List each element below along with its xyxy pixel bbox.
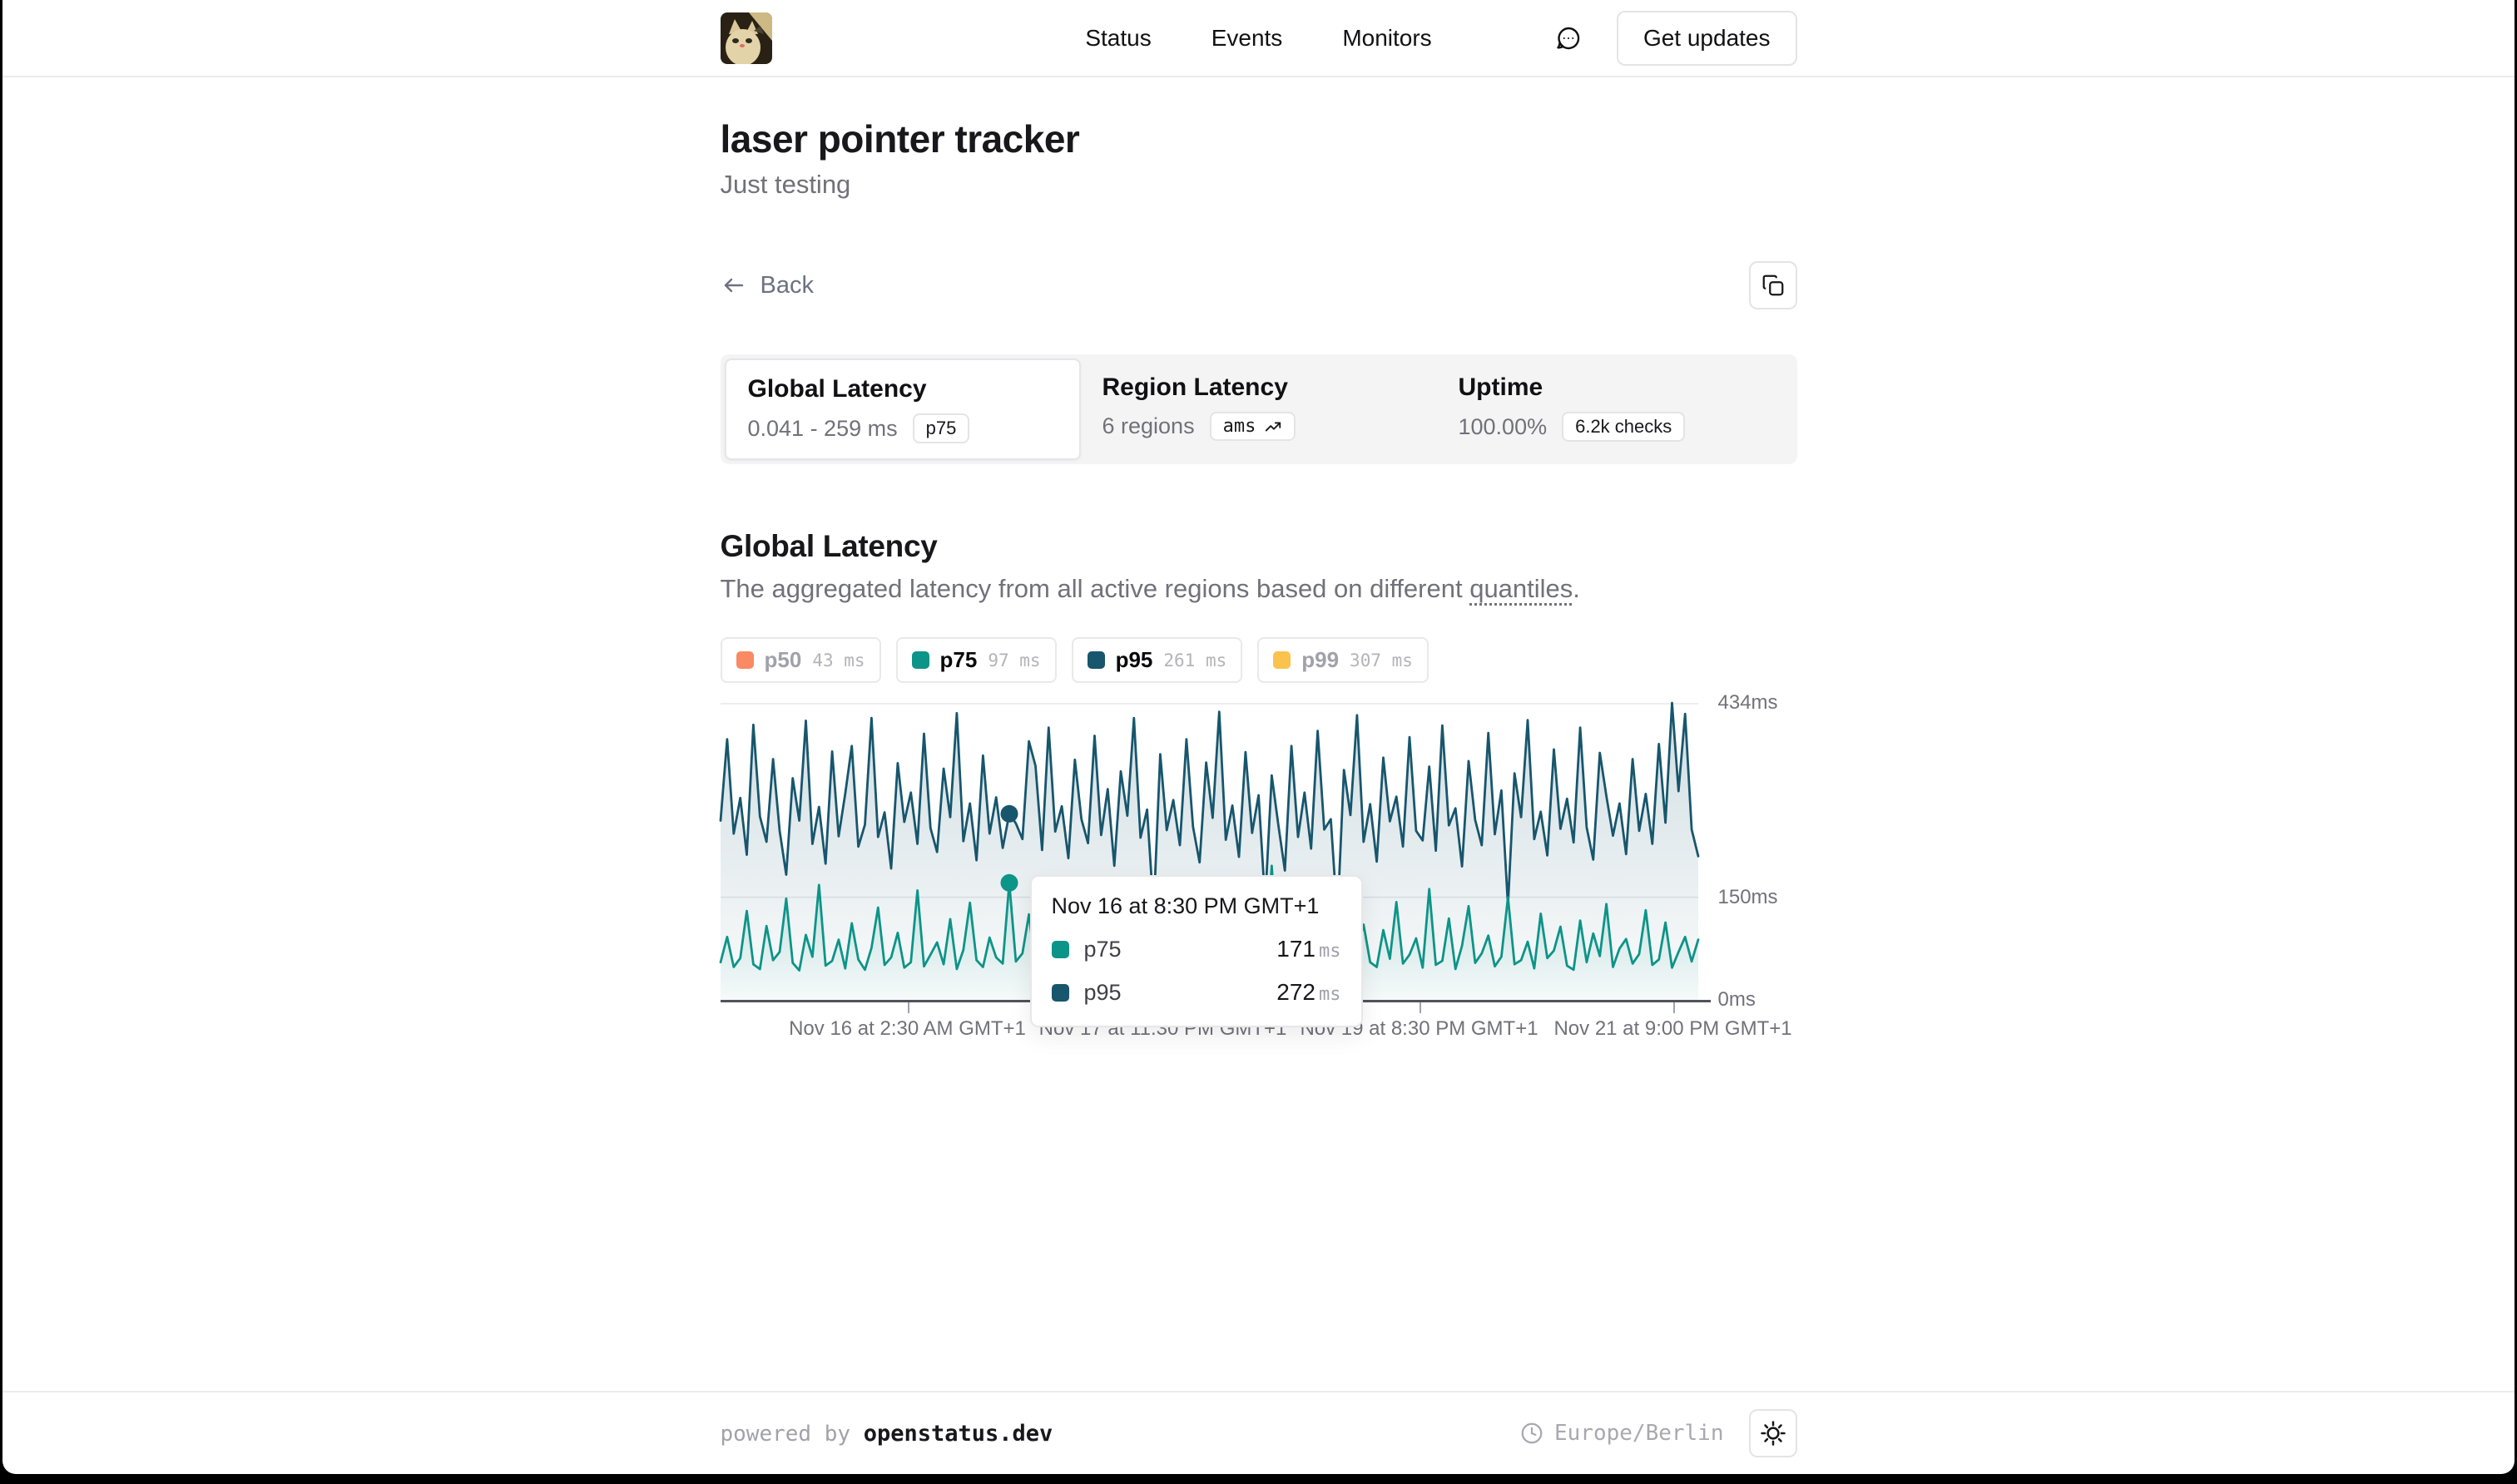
- section-title: Global Latency: [721, 529, 1797, 564]
- y-axis-label: 434ms: [1718, 691, 1778, 715]
- sun-icon: [1759, 1419, 1787, 1447]
- tab-title: Uptime: [1459, 373, 1771, 402]
- nav-events[interactable]: Events: [1211, 25, 1283, 52]
- arrow-left-icon: [721, 272, 747, 299]
- x-axis-tick-mark: [1420, 1002, 1421, 1013]
- tooltip-unit: ms: [1319, 941, 1341, 962]
- powered-by-label: powered by: [721, 1422, 864, 1447]
- chart-tooltip: Nov 16 at 8:30 PM GMT+1 p75 171ms p95 27…: [1030, 875, 1363, 1027]
- tooltip-series-name: p95: [1084, 980, 1262, 1006]
- site-header: Status Events Monitors Get updates: [2, 0, 2515, 77]
- site-footer: powered by openstatus.dev Europe/Berlin: [2, 1391, 2515, 1474]
- p75-swatch-icon: [1052, 941, 1069, 958]
- x-axis-label: Nov 21 at 9:00 PM GMT+1: [1553, 1017, 1791, 1041]
- nav-status[interactable]: Status: [1085, 25, 1151, 52]
- tab-uptime[interactable]: Uptime 100.00% 6.2k checks: [1437, 359, 1793, 460]
- legend-pill-p99[interactable]: p99 307 ms: [1257, 637, 1429, 683]
- p95-swatch-icon: [1088, 651, 1105, 669]
- copy-button[interactable]: [1749, 261, 1797, 309]
- tooltip-value: 171: [1276, 936, 1315, 962]
- nav-monitors[interactable]: Monitors: [1342, 25, 1431, 52]
- quantile-badge: p75: [913, 413, 970, 443]
- p95-swatch-icon: [1052, 984, 1069, 1002]
- section-description-text: The aggregated latency from all active r…: [721, 574, 1470, 603]
- chat-bubble-icon: [1553, 23, 1583, 53]
- get-updates-button[interactable]: Get updates: [1617, 11, 1797, 66]
- tab-global-latency[interactable]: Global Latency 0.041 - 259 ms p75: [725, 359, 1081, 460]
- legend-value: 97 ms: [988, 650, 1040, 670]
- timezone-display: Europe/Berlin: [1519, 1421, 1724, 1446]
- legend-value: 307 ms: [1350, 650, 1413, 670]
- legend-value: 261 ms: [1163, 650, 1226, 670]
- legend-value: 43 ms: [812, 650, 865, 670]
- p99-swatch-icon: [1273, 651, 1291, 669]
- clock-icon: [1519, 1421, 1544, 1446]
- site-logo-avatar[interactable]: [721, 12, 772, 64]
- p50-swatch-icon: [736, 651, 754, 669]
- powered-by: powered by openstatus.dev: [721, 1421, 1053, 1447]
- checks-badge: 6.2k checks: [1562, 412, 1685, 442]
- main-content: laser pointer tracker Just testing Back …: [721, 77, 1797, 1391]
- feedback-button[interactable]: [1553, 23, 1583, 53]
- tab-value: 0.041 - 259 ms: [748, 416, 898, 442]
- theme-toggle-button[interactable]: [1749, 1409, 1797, 1457]
- chart-legend: p50 43 ms p75 97 ms p95 261 ms p99 307 m…: [721, 637, 1797, 683]
- back-link[interactable]: Back: [721, 272, 814, 299]
- p75-swatch-icon: [912, 651, 929, 669]
- section-description: The aggregated latency from all active r…: [721, 574, 1797, 604]
- y-axis-labels: 434ms 150ms 0ms: [1718, 703, 1797, 1000]
- legend-label: p95: [1116, 647, 1153, 673]
- timezone-label: Europe/Berlin: [1554, 1421, 1724, 1446]
- y-axis-label: 0ms: [1718, 988, 1756, 1012]
- copy-icon: [1761, 273, 1786, 298]
- legend-pill-p95[interactable]: p95 261 ms: [1072, 637, 1243, 683]
- back-label: Back: [761, 272, 814, 299]
- quantiles-link[interactable]: quantiles: [1469, 574, 1573, 603]
- tooltip-title: Nov 16 at 8:30 PM GMT+1: [1052, 893, 1341, 919]
- metric-tabs: Global Latency 0.041 - 259 ms p75 Region…: [721, 354, 1797, 464]
- tab-title: Global Latency: [748, 375, 1058, 403]
- tab-region-latency[interactable]: Region Latency 6 regions ams: [1081, 359, 1437, 460]
- tooltip-row-p75: p75 171ms: [1052, 936, 1341, 962]
- tooltip-unit: ms: [1319, 984, 1341, 1005]
- latency-chart: Nov 16 at 2:30 AM GMT+1 Nov 17 at 11:30 …: [721, 703, 1797, 1056]
- legend-label: p75: [940, 647, 978, 673]
- tab-value: 100.00%: [1459, 414, 1548, 440]
- legend-label: p99: [1301, 647, 1339, 673]
- openstatus-link[interactable]: openstatus.dev: [864, 1421, 1053, 1447]
- page-description: Just testing: [721, 170, 1797, 200]
- cat-avatar-image: [721, 12, 772, 64]
- status-page-window: Status Events Monitors Get updates laser…: [2, 0, 2515, 1474]
- tooltip-series-name: p75: [1084, 937, 1262, 962]
- y-axis-label: 150ms: [1718, 886, 1778, 909]
- tab-value: 6 regions: [1102, 413, 1195, 439]
- main-nav: Status Events Monitors: [1085, 25, 1431, 52]
- x-axis-label: Nov 16 at 2:30 AM GMT+1: [789, 1017, 1026, 1041]
- x-axis-tick-mark: [1673, 1002, 1675, 1013]
- legend-pill-p75[interactable]: p75 97 ms: [896, 637, 1057, 683]
- legend-label: p50: [765, 647, 802, 673]
- legend-pill-p50[interactable]: p50 43 ms: [721, 637, 881, 683]
- region-badge: ams: [1210, 412, 1296, 441]
- page-title: laser pointer tracker: [721, 116, 1797, 161]
- tab-title: Region Latency: [1102, 373, 1415, 402]
- region-badge-label: ams: [1223, 416, 1256, 437]
- x-axis-tick-mark: [908, 1002, 909, 1013]
- tooltip-value: 272: [1276, 979, 1315, 1005]
- section-description-period: .: [1573, 574, 1580, 603]
- tooltip-row-p95: p95 272ms: [1052, 979, 1341, 1006]
- trending-up-icon: [1264, 418, 1282, 436]
